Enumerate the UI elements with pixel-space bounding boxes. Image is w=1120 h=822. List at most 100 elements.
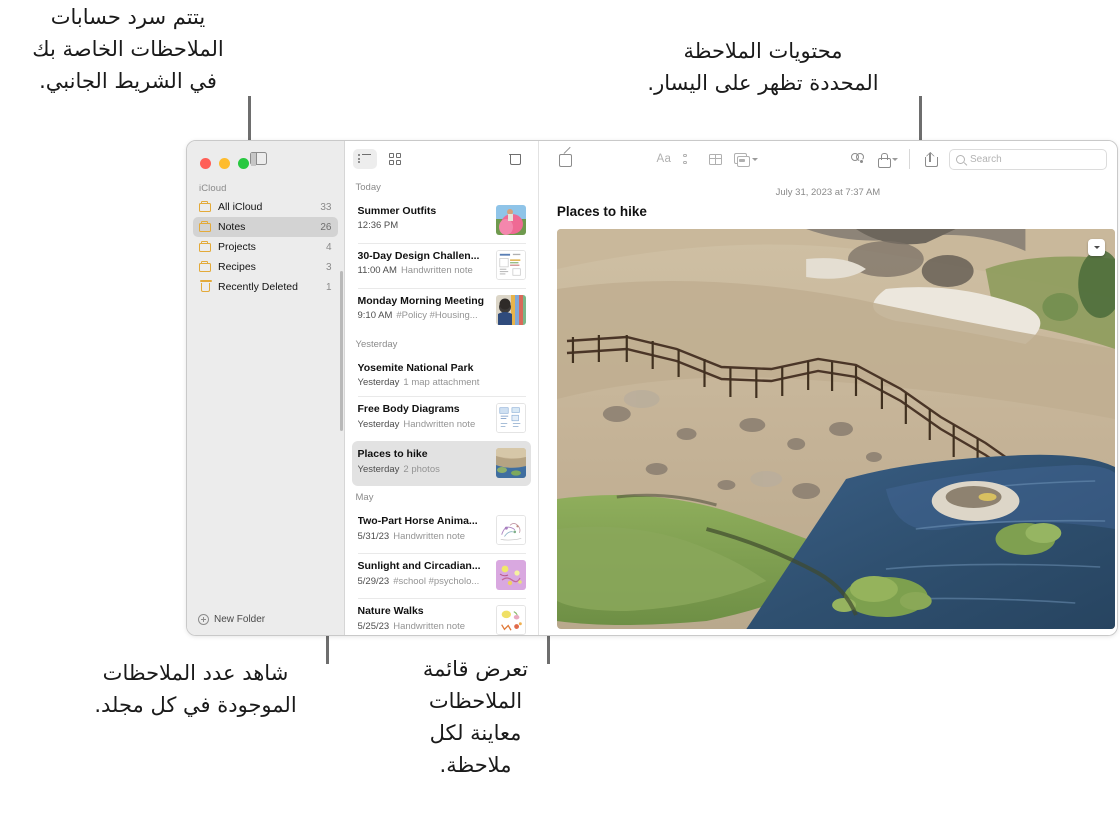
delete-note-icon[interactable] [503,149,527,169]
note-thumbnail [496,403,526,433]
sidebar-item-label: All iCloud [218,201,316,213]
note-detail-pane: Aa [539,141,1117,635]
note-thumbnail [496,448,526,478]
note-detail-toolbar: Aa [539,141,1117,177]
table-icon[interactable] [703,148,729,170]
folder-icon [199,262,212,273]
note-thumbnail [496,250,526,280]
sidebar: iCloud All iCloud 33 Notes 26 Projects 4 [187,141,345,635]
checklist-icon[interactable] [677,148,703,170]
sidebar-item-count: 4 [322,242,332,253]
sidebar-item-notes[interactable]: Notes 26 [193,217,338,237]
notes-group-header: Today [345,176,538,198]
sidebar-item-count: 1 [322,282,332,293]
note-time: Yesterday [358,464,400,475]
annotation-note-list-preview: تعرض قائمة الملاحظات معاينة لكل ملاحظة. [398,654,553,782]
note-subtitle: Handwritten note [403,419,475,430]
close-window-button[interactable] [200,158,211,169]
note-time: 5/29/23 [358,576,390,587]
share-icon[interactable] [917,148,943,170]
sidebar-item-recipes[interactable]: Recipes 3 [193,257,338,277]
compose-icon[interactable] [553,148,579,170]
note-time: 12:36 PM [358,220,399,231]
list-item[interactable]: Free Body Diagrams YesterdayHandwritten … [352,396,531,441]
notes-group-header: May [345,486,538,508]
sidebar-item-count: 3 [322,262,332,273]
note-time: Yesterday [358,377,400,388]
list-item-selected[interactable]: Places to hike Yesterday2 photos [352,441,531,486]
note-subtitle: Handwritten note [393,531,465,542]
sidebar-section-label: iCloud [187,173,344,197]
note-subtitle: Handwritten note [401,265,473,276]
note-thumbnail [496,205,526,235]
new-folder-label: New Folder [214,614,265,625]
list-view-icon[interactable] [353,149,377,169]
list-item[interactable]: Two-Part Horse Anima... 5/31/23Handwritt… [352,508,531,553]
note-time: 5/25/23 [358,621,390,632]
sidebar-item-label: Recipes [218,261,322,273]
note-title: Places to hike [358,448,490,461]
note-title: Summer Outfits [358,205,490,218]
note-time: 5/31/23 [358,531,390,542]
maximize-window-button[interactable] [238,158,249,169]
list-item[interactable]: Yosemite National Park Yesterday1 map at… [352,355,531,396]
note-subtitle: #Policy #Housing... [396,310,477,321]
list-item[interactable]: Nature Walks 5/25/23Handwritten note [352,598,531,635]
folder-icon [199,222,212,233]
note-thumbnail [496,515,526,545]
format-icon[interactable]: Aa [651,148,677,170]
note-photo-container [539,229,1117,629]
note-subtitle: Handwritten note [393,621,465,632]
note-title: Nature Walks [358,605,490,618]
note-photo[interactable] [557,229,1115,629]
sidebar-item-count: 33 [316,202,331,213]
note-subtitle: 2 photos [403,464,439,475]
list-item[interactable]: Summer Outfits 12:36 PM [352,198,531,243]
sidebar-folder-list: All iCloud 33 Notes 26 Projects 4 Recipe… [187,197,344,297]
sidebar-item-projects[interactable]: Projects 4 [193,237,338,257]
annotation-folder-counts: شاهد عدد الملاحظات الموجودة في كل مجلد. [58,658,333,722]
note-time: 11:00 AM [358,265,397,276]
notes-app-window: iCloud All iCloud 33 Notes 26 Projects 4 [186,140,1118,636]
trash-icon [199,282,212,293]
folder-icon [199,242,212,253]
note-title: Sunlight and Circadian... [358,560,490,573]
sidebar-item-recently-deleted[interactable]: Recently Deleted 1 [193,277,338,297]
sidebar-item-label: Projects [218,241,322,253]
toolbar-divider [909,149,910,169]
note-title: Monday Morning Meeting [358,295,490,308]
new-folder-button[interactable]: New Folder [187,614,344,635]
note-thumbnail [496,560,526,590]
lock-icon[interactable] [872,148,904,170]
chevron-down-icon [892,158,898,161]
sidebar-item-label: Recently Deleted [218,281,322,293]
note-title: 30-Day Design Challen... [358,250,490,263]
search-icon [956,155,965,164]
sidebar-item-label: Notes [218,221,316,233]
plus-circle-icon [198,614,209,625]
note-thumbnail [496,605,526,635]
note-title: Free Body Diagrams [358,403,490,416]
list-item[interactable]: Sunlight and Circadian... 5/29/23#school… [352,553,531,598]
chevron-down-icon [752,158,758,161]
note-timestamp: July 31, 2023 at 7:37 AM [539,177,1117,204]
notes-group-header: Yesterday [345,333,538,355]
sidebar-toggle-icon[interactable] [250,152,267,165]
note-title: Two-Part Horse Anima... [358,515,490,528]
annotation-note-contents: محتويات الملاحظة المحددة تظهر على اليسار… [608,36,918,100]
page-title: Places to hike [539,204,1117,229]
search-input[interactable]: Search [949,149,1107,170]
sidebar-item-count: 26 [316,222,331,233]
notes-list-scroll-area[interactable]: Today Summer Outfits 12:36 PM [345,176,538,635]
sidebar-item-all-icloud[interactable]: All iCloud 33 [193,197,338,217]
folder-icon [199,202,212,213]
gallery-view-icon[interactable] [383,149,407,169]
sidebar-scrollbar[interactable] [340,271,343,431]
photo-options-menu[interactable] [1088,239,1105,256]
list-item[interactable]: 30-Day Design Challen... 11:00 AM Handwri… [352,243,531,288]
collaborate-icon[interactable] [846,148,872,170]
note-time: 9:10 AM [358,310,393,321]
minimize-window-button[interactable] [219,158,230,169]
list-item[interactable]: Monday Morning Meeting 9:10 AM#Policy #H… [352,288,531,333]
media-icon[interactable] [729,148,763,170]
